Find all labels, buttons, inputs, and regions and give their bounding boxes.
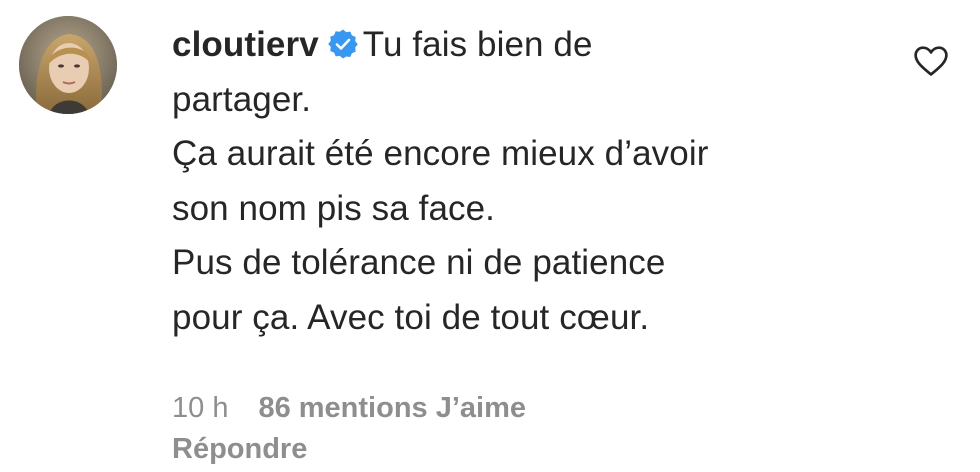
verified-badge-icon — [327, 28, 359, 60]
comment-line-3: Ça aurait été encore mieux d’avoir — [172, 134, 709, 173]
avatar-photo — [19, 16, 117, 114]
comment-text: cloutierv Tu fais bien de partager. Ça au… — [172, 18, 872, 345]
like-button[interactable] — [912, 42, 950, 80]
comment-line-1: cloutierv Tu fais bien de — [172, 18, 872, 73]
comment-line-4: son nom pis sa face. — [172, 188, 495, 228]
comment-timestamp[interactable]: 10 h — [172, 392, 228, 424]
avatar[interactable] — [19, 16, 117, 114]
comment-line-6: pour ça. Avec toi de tout cœur. — [172, 297, 650, 337]
comment-line-5: Pus de tolérance ni de patience — [172, 243, 666, 282]
comment-meta: 10 h 86 mentions J’aime — [172, 387, 526, 429]
comment-line-2: partager. — [172, 79, 312, 119]
username-link[interactable]: cloutierv — [172, 25, 319, 64]
comment-text-segment: Tu fais bien de — [362, 25, 593, 64]
comment-item: cloutierv Tu fais bien de partager. Ça au… — [0, 0, 980, 472]
likes-count-button[interactable]: 86 mentions J’aime — [258, 392, 526, 424]
reply-button[interactable]: Répondre — [172, 428, 307, 470]
comment-body: cloutierv Tu fais bien de partager. Ça au… — [172, 18, 872, 345]
heart-outline-icon — [914, 46, 948, 76]
